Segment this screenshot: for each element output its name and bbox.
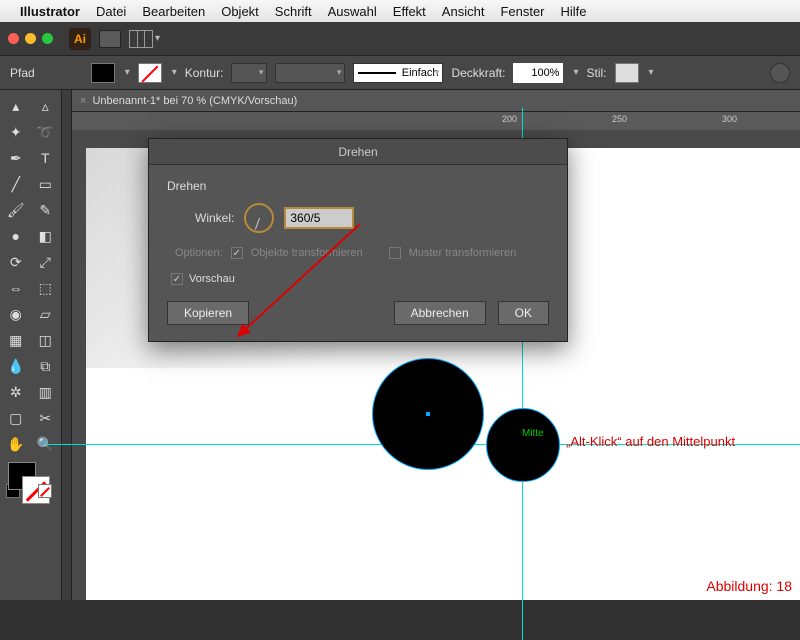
small-circle-shape[interactable]: [486, 408, 560, 482]
layout-icon: [129, 30, 153, 48]
blend-tool[interactable]: ⧉: [32, 354, 60, 378]
blob-brush-tool[interactable]: ●: [2, 224, 30, 248]
scale-tool[interactable]: ⤢: [32, 250, 60, 274]
rotate-tool[interactable]: ⟳: [2, 250, 30, 274]
color-wells[interactable]: [2, 458, 59, 506]
illustrator-logo-icon: Ai: [69, 28, 91, 50]
preview-label: Vorschau: [189, 273, 235, 285]
selection-tool[interactable]: ▴: [2, 94, 30, 118]
paintbrush-tool[interactable]: 🖌: [2, 198, 30, 222]
free-transform-tool[interactable]: ⬚: [32, 276, 60, 300]
lasso-tool[interactable]: ➰: [32, 120, 60, 144]
opacity-field[interactable]: [513, 63, 563, 83]
magic-wand-tool[interactable]: ✦: [2, 120, 30, 144]
workspace-switcher[interactable]: ▾: [129, 30, 160, 48]
line-tool[interactable]: ╱: [2, 172, 30, 196]
menu-ansicht[interactable]: Ansicht: [442, 4, 485, 19]
minimize-icon[interactable]: [25, 33, 36, 44]
bridge-button[interactable]: [99, 30, 121, 48]
menu-hilfe[interactable]: Hilfe: [561, 4, 587, 19]
figure-label: Abbildung: 18: [706, 578, 792, 594]
var-width-dropdown[interactable]: [275, 63, 345, 83]
toolbox: ▴ ▵ ✦ ➰ ✒ T ╱ ▭ 🖌 ✎ ● ◧ ⟳ ⤢ ⇔ ⬚ ◉ ▱ ▦ ◫ …: [0, 90, 62, 600]
gradient-tool[interactable]: ◫: [32, 328, 60, 352]
ruler-tick: 200: [502, 114, 517, 124]
menu-effekt[interactable]: Effekt: [393, 4, 426, 19]
mac-menubar: Illustrator Datei Bearbeiten Objekt Schr…: [0, 0, 800, 22]
cancel-button[interactable]: Abbrechen: [394, 301, 486, 325]
menu-fenster[interactable]: Fenster: [500, 4, 544, 19]
panel-dock[interactable]: [62, 90, 72, 600]
fill-none-icon[interactable]: [38, 484, 52, 498]
hand-tool[interactable]: ✋: [2, 432, 30, 456]
width-tool[interactable]: ⇔: [2, 276, 30, 300]
brush-label: Einfach: [402, 67, 439, 79]
recolor-icon[interactable]: [770, 63, 790, 83]
dialog-section-label: Drehen: [167, 179, 549, 193]
symbol-sprayer-tool[interactable]: ✲: [2, 380, 30, 404]
graphic-style-swatch[interactable]: [615, 63, 639, 83]
slice-tool[interactable]: ✂: [32, 406, 60, 430]
stroke-label: Kontur:: [185, 66, 224, 80]
stroke-weight-dropdown[interactable]: [231, 63, 267, 83]
angle-dial[interactable]: [244, 203, 274, 233]
opacity-label: Deckkraft:: [451, 66, 505, 80]
shape-builder-tool[interactable]: ◉: [2, 302, 30, 326]
ok-button[interactable]: OK: [498, 301, 549, 325]
pen-tool[interactable]: ✒: [2, 146, 30, 170]
perspective-tool[interactable]: ▱: [32, 302, 60, 326]
close-tab-icon[interactable]: ×: [80, 95, 86, 107]
dialog-title: Drehen: [149, 139, 567, 165]
preview-checkbox[interactable]: [171, 273, 183, 285]
type-tool[interactable]: T: [32, 146, 60, 170]
ruler-tick: 300: [722, 114, 737, 124]
alt-click-annotation: „Alt-Klick“ auf den Mittelpunkt: [566, 434, 735, 449]
app-topbar: Ai ▾: [0, 22, 800, 56]
rectangle-tool[interactable]: ▭: [32, 172, 60, 196]
style-label: Stil:: [587, 66, 607, 80]
control-bar: Pfad ▾ ▾ Kontur: Einfach Deckkraft: ▾ St…: [0, 56, 800, 90]
mesh-tool[interactable]: ▦: [2, 328, 30, 352]
menu-bearbeiten[interactable]: Bearbeiten: [142, 4, 205, 19]
copy-button[interactable]: Kopieren: [167, 301, 249, 325]
stroke-swatch[interactable]: [138, 63, 162, 83]
menu-auswahl[interactable]: Auswahl: [328, 4, 377, 19]
transform-objects-label: Objekte transformieren: [251, 247, 363, 259]
options-label: Optionen:: [175, 247, 223, 259]
ruler-tick: 250: [612, 114, 627, 124]
menu-datei[interactable]: Datei: [96, 4, 126, 19]
eraser-tool[interactable]: ◧: [32, 224, 60, 248]
pencil-tool[interactable]: ✎: [32, 198, 60, 222]
menu-app[interactable]: Illustrator: [20, 4, 80, 19]
menu-objekt[interactable]: Objekt: [221, 4, 259, 19]
document-tab[interactable]: × Unbenannt-1* bei 70 % (CMYK/Vorschau): [72, 90, 800, 112]
zoom-icon[interactable]: [42, 33, 53, 44]
direct-selection-tool[interactable]: ▵: [32, 94, 60, 118]
document-tab-title: Unbenannt-1* bei 70 % (CMYK/Vorschau): [92, 95, 297, 107]
ruler-horizontal: 200 250 300: [72, 112, 800, 130]
angle-label: Winkel:: [195, 211, 234, 225]
transform-objects-checkbox[interactable]: [231, 247, 243, 259]
eyedropper-tool[interactable]: 💧: [2, 354, 30, 378]
transform-patterns-label: Muster transformieren: [409, 247, 517, 259]
window-controls: [8, 33, 53, 44]
angle-input[interactable]: [284, 207, 354, 229]
fill-swatch[interactable]: [91, 63, 115, 83]
transform-patterns-checkbox[interactable]: [389, 247, 401, 259]
rotate-dialog: Drehen Drehen Winkel: Optionen: Objekte …: [148, 138, 568, 342]
close-icon[interactable]: [8, 33, 19, 44]
big-circle-shape[interactable]: [372, 358, 484, 470]
artboard-tool[interactable]: ▢: [2, 406, 30, 430]
mitte-label: Mitte: [522, 428, 544, 439]
chevron-down-icon: ▾: [155, 33, 160, 44]
brush-dropdown[interactable]: Einfach: [353, 63, 443, 83]
menu-schrift[interactable]: Schrift: [275, 4, 312, 19]
graph-tool[interactable]: ▥: [32, 380, 60, 404]
selection-type-label: Pfad: [10, 66, 35, 80]
